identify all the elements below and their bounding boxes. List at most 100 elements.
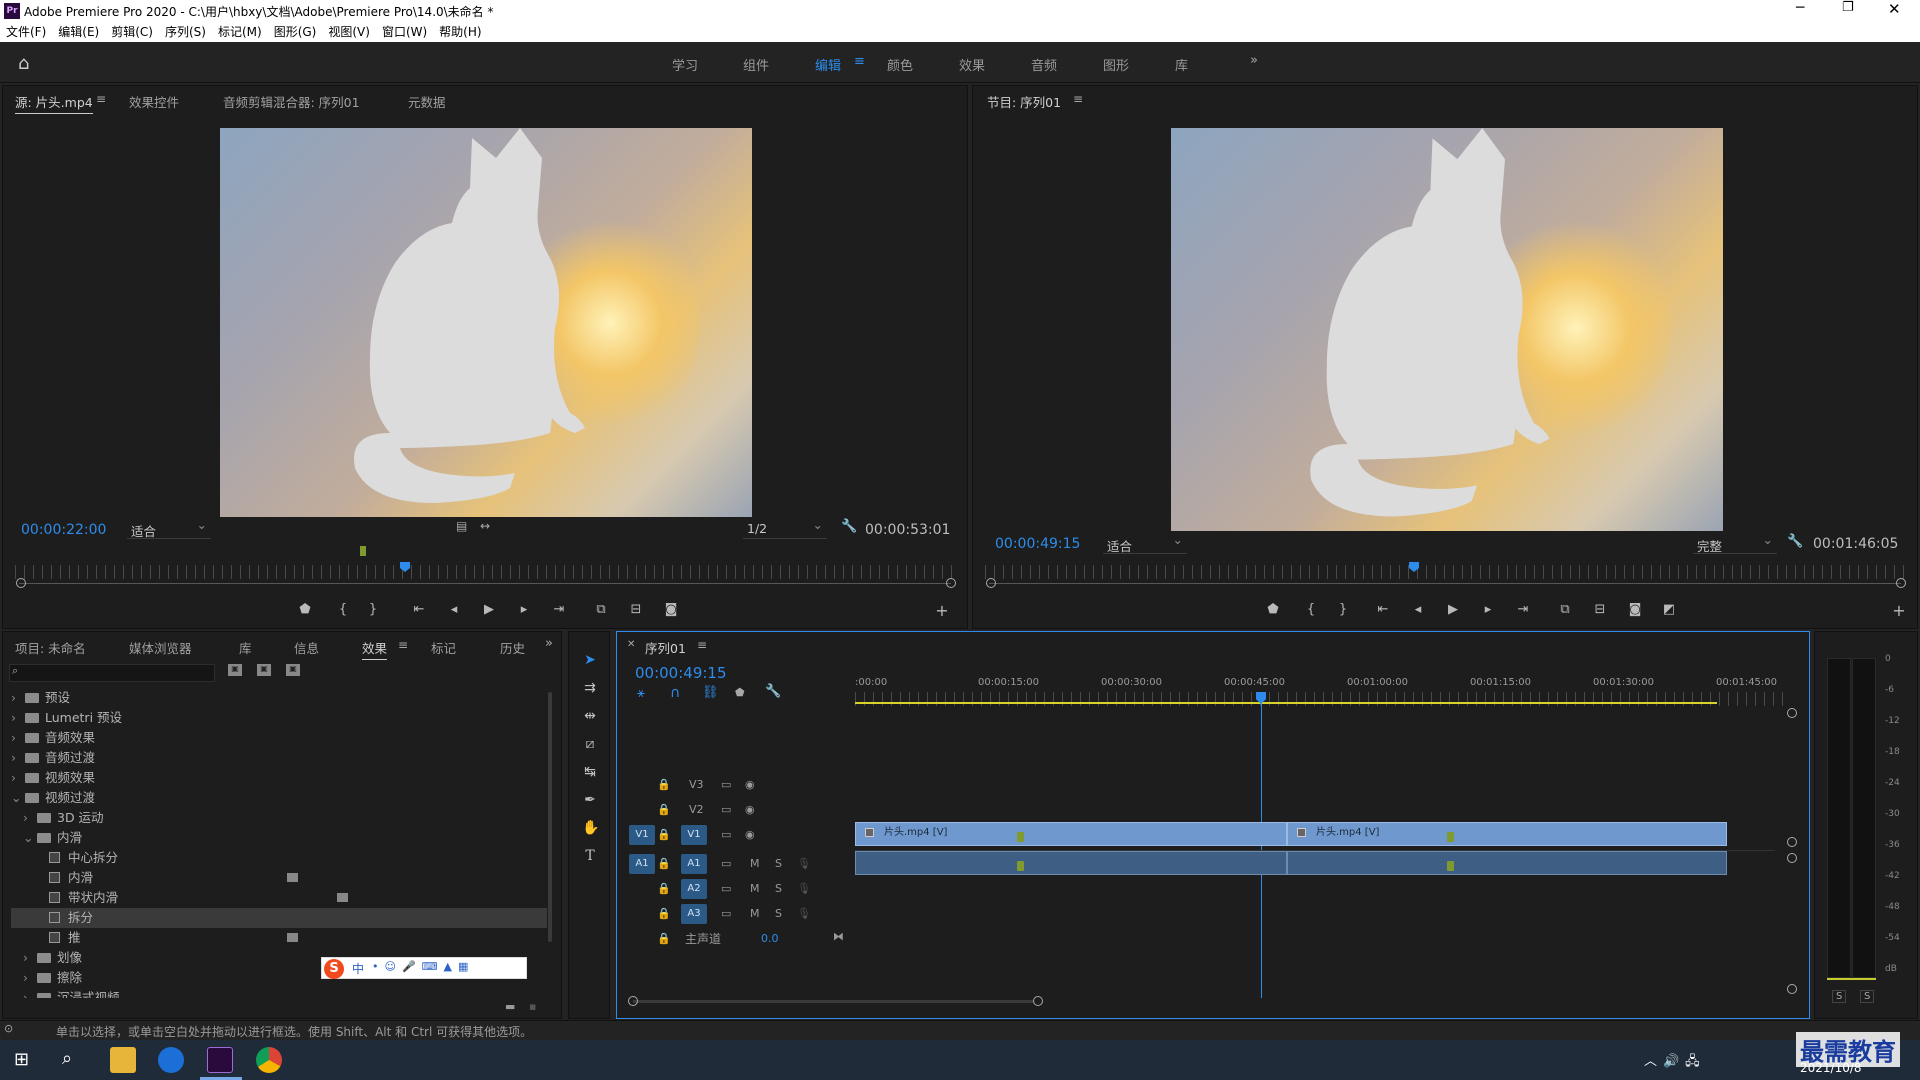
track-label-a1[interactable]: A1	[681, 854, 707, 874]
tab-metadata[interactable]: 元数据	[408, 92, 446, 111]
effect-folder[interactable]: › 划像	[23, 948, 82, 968]
nest-toggle-icon[interactable]: ⚹	[637, 686, 645, 701]
premiere-taskbar-icon[interactable]	[207, 1047, 233, 1073]
effect-folder[interactable]: › 3D 运动	[23, 808, 104, 828]
audio-clip[interactable]	[1287, 851, 1727, 875]
track-select-tool-icon[interactable]: ⇉	[582, 680, 598, 696]
effect-item[interactable]: 推	[35, 928, 81, 948]
master-volume[interactable]: 0.0	[761, 927, 779, 951]
chevron-right-icon[interactable]: ›	[23, 948, 37, 968]
effect-item[interactable]: 内滑	[35, 868, 93, 888]
play-icon[interactable]: ▶	[477, 600, 501, 620]
pen-tool-icon[interactable]: ✒	[582, 792, 598, 808]
zoom-handle-left[interactable]	[16, 578, 26, 588]
mark-out-icon[interactable]: }	[1331, 600, 1355, 620]
drag-video-icon[interactable]: ↔	[480, 519, 490, 533]
solo-button[interactable]: S	[775, 902, 782, 926]
clip-marker[interactable]	[1017, 832, 1024, 842]
export-frame-icon[interactable]: ◙	[659, 600, 683, 620]
tab-history[interactable]: 历史	[500, 638, 525, 657]
linked-selection-icon[interactable]: ⛓	[702, 685, 719, 700]
sync-lock-icon[interactable]: ▭	[721, 773, 731, 797]
tab-project[interactable]: 项目: 未命名	[15, 638, 86, 657]
microphone-icon[interactable]: 🎙	[797, 902, 811, 926]
tab-effect-controls[interactable]: 效果控件	[129, 92, 179, 111]
sync-lock-icon[interactable]: ▭	[721, 877, 731, 901]
mute-button[interactable]: M	[750, 902, 760, 926]
chevron-right-icon[interactable]: ›	[11, 728, 25, 748]
effect-folder[interactable]: ⌄ 内滑	[23, 828, 82, 848]
add-marker-icon[interactable]: ⬟	[1261, 600, 1285, 620]
maximize-icon[interactable]: ❐	[1842, 0, 1854, 15]
audio-clip[interactable]	[855, 851, 1287, 875]
microphone-icon[interactable]: 🎙	[797, 877, 811, 901]
tab-libraries[interactable]: 库	[239, 638, 252, 657]
workspace-effects[interactable]: 效果	[959, 55, 985, 74]
zoom-handle[interactable]	[628, 996, 638, 1006]
effect-item[interactable]: 中心拆分	[35, 848, 118, 868]
razor-tool-icon[interactable]: ⧄	[582, 736, 598, 752]
mark-in-icon[interactable]: {	[331, 600, 355, 620]
zoom-handle[interactable]	[1787, 708, 1797, 718]
effect-folder[interactable]: › 沉浸式视频	[23, 988, 120, 998]
lock-icon[interactable]: 🔒	[657, 902, 671, 926]
tab-media-browser[interactable]: 媒体浏览器	[129, 638, 192, 657]
mute-button[interactable]: M	[750, 852, 760, 876]
mute-button[interactable]: M	[750, 877, 760, 901]
effect-folder[interactable]: ⌄ 视频过渡	[11, 788, 95, 808]
edge-icon[interactable]	[158, 1047, 184, 1073]
menu-file[interactable]: 文件(F)	[0, 22, 52, 42]
add-marker-icon[interactable]: ⬟	[293, 600, 317, 620]
menu-clip[interactable]: 剪辑(C)	[105, 22, 159, 42]
track-label-a2[interactable]: A2	[681, 879, 707, 899]
video-clip[interactable]: 片头.mp4 [V]	[855, 822, 1287, 846]
chevron-down-icon[interactable]: ⌄	[23, 828, 37, 848]
chevron-right-icon[interactable]: ›	[11, 748, 25, 768]
zoom-handle[interactable]	[1787, 853, 1797, 863]
home-icon[interactable]: ⌂	[18, 53, 29, 74]
source-fit-dropdown[interactable]: 适合	[127, 517, 211, 539]
workspace-audio[interactable]: 音频	[1031, 55, 1057, 74]
type-tool-icon[interactable]: T	[582, 848, 598, 864]
microphone-icon[interactable]: 🎙	[797, 852, 811, 876]
chrome-icon[interactable]	[256, 1047, 282, 1073]
solo-button[interactable]: S	[775, 852, 782, 876]
chevron-right-icon[interactable]: ›	[11, 688, 25, 708]
more-tabs-icon[interactable]: »	[545, 636, 553, 651]
effect-item[interactable]: 带状内滑	[35, 888, 118, 908]
wrench-icon[interactable]: 🔧	[841, 519, 857, 534]
clip-marker[interactable]	[1447, 861, 1454, 871]
go-to-out-icon[interactable]: ⇥	[547, 600, 571, 620]
slip-tool-icon[interactable]: ↹	[582, 764, 598, 780]
insert-export-icon[interactable]: ▤	[456, 519, 467, 533]
tab-program[interactable]: 节目: 序列01	[987, 92, 1061, 111]
mark-out-icon[interactable]: }	[361, 600, 385, 620]
go-to-in-icon[interactable]: ⇤	[1371, 600, 1395, 620]
track-label-v3[interactable]: V3	[689, 773, 704, 797]
workspace-libraries[interactable]: 库	[1175, 55, 1188, 74]
solo-left-button[interactable]: S	[1832, 990, 1847, 1003]
video-clip[interactable]: 片头.mp4 [V]	[1287, 822, 1727, 846]
minimize-icon[interactable]: ─	[1796, 0, 1804, 16]
work-area-bar[interactable]	[855, 702, 1717, 704]
effect-folder[interactable]: › 擦除	[23, 968, 82, 988]
track-label-a3[interactable]: A3	[681, 904, 707, 924]
play-icon[interactable]: ▶	[1441, 600, 1465, 620]
menu-help[interactable]: 帮助(H)	[433, 22, 487, 42]
eye-icon[interactable]: ◉	[745, 823, 755, 847]
effect-folder[interactable]: › 视频效果	[11, 768, 95, 788]
eye-icon[interactable]: ◉	[745, 773, 755, 797]
selection-tool-icon[interactable]: ➤	[582, 652, 598, 668]
system-tray-icons[interactable]: ︿🔊🖧	[1644, 1050, 1706, 1074]
ime-language[interactable]: 中	[352, 960, 364, 977]
tree-scrollbar[interactable]	[548, 692, 552, 942]
tab-audio-clip-mixer[interactable]: 音频剪辑混合器: 序列01	[223, 92, 360, 111]
program-fit-dropdown[interactable]: 适合	[1103, 532, 1187, 554]
step-forward-icon[interactable]: ▸	[512, 600, 536, 620]
tab-menu-icon[interactable]: ≡	[96, 92, 106, 106]
menu-edit[interactable]: 编辑(E)	[52, 22, 105, 42]
menu-markers[interactable]: 标记(M)	[212, 22, 268, 42]
tab-source[interactable]: 源: 片头.mp4	[15, 92, 93, 114]
workspace-editing[interactable]: 编辑	[815, 55, 841, 74]
source-patch-v1[interactable]: V1	[629, 825, 655, 845]
